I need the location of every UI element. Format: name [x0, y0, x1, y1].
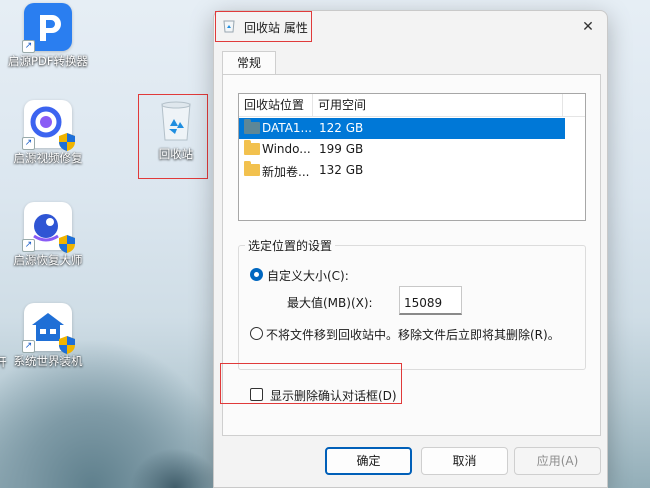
custom-size-radio[interactable]: [250, 268, 263, 281]
video-repair-app-icon: ↗: [22, 100, 75, 151]
folder-icon: [244, 140, 260, 155]
wallpaper-rock: [130, 448, 220, 488]
close-button[interactable]: ✕: [575, 14, 601, 40]
location-settings-group: 选定位置的设置 自定义大小(C): 最大值(MB)(X): 不将文件移到回收站中…: [238, 237, 586, 370]
desktop-icon-label: 系统世界装机: [13, 354, 83, 368]
desktop-icon-label: 回收站: [158, 147, 194, 161]
desktop-icon-label: 启源视频修复: [13, 151, 83, 165]
group-title: 选定位置的设置: [245, 237, 336, 254]
recycle-bin-icon: [161, 101, 191, 141]
desktop-icon-video-repair[interactable]: ↗ 启源视频修复: [3, 100, 93, 166]
desktop-icon-label: 启源恢复大师: [13, 253, 83, 267]
column-header-free-space[interactable]: 可用空间: [313, 94, 563, 117]
desktop-icon-pdf-converter[interactable]: ↗ 启源PDF转换器: [3, 3, 93, 69]
column-header-location[interactable]: 回收站位置: [239, 94, 313, 117]
tab-page-general: 回收站位置 可用空间 DATA1... 122 GB Windo... 199 …: [222, 74, 601, 436]
confirm-delete-label: 显示删除确认对话框(D): [270, 389, 397, 403]
location-free-space: 199 GB: [319, 142, 364, 156]
no-move-label: 不将文件移到回收站中。移除文件后立即将其删除(R)。: [266, 328, 560, 342]
shortcut-arrow-icon: ↗: [22, 137, 35, 150]
desktop-icon-partial-label: 开: [0, 355, 7, 369]
desktop-icon-label: 启源PDF转换器: [8, 54, 88, 68]
apply-button[interactable]: 应用(A): [514, 447, 601, 475]
uac-shield-icon: [59, 336, 75, 354]
list-scroll-area[interactable]: [565, 118, 584, 220]
desktop-icon-recycle-bin[interactable]: 回收站: [131, 100, 221, 162]
recovery-master-app-icon: ↗: [22, 202, 75, 253]
no-move-radio[interactable]: [250, 327, 263, 340]
ok-button[interactable]: 确定: [325, 447, 412, 475]
recycle-bin-location-list[interactable]: 回收站位置 可用空间 DATA1... 122 GB Windo... 199 …: [238, 93, 586, 221]
max-size-label: 最大值(MB)(X):: [287, 296, 373, 310]
location-free-space: 132 GB: [319, 163, 364, 177]
list-item[interactable]: DATA1... 122 GB: [239, 118, 565, 139]
list-item[interactable]: 新加卷... 132 GB: [239, 160, 565, 181]
dialog-titlebar[interactable]: 回收站 属性 ✕: [214, 11, 607, 43]
close-icon: ✕: [582, 19, 594, 35]
location-name: DATA1...: [262, 121, 312, 135]
recycle-bin-properties-dialog: 回收站 属性 ✕ 常规 回收站位置 可用空间 DATA1... 122 GB W…: [213, 10, 608, 488]
drive-folder-icon: [244, 119, 260, 134]
location-name: Windo...: [262, 142, 311, 156]
shortcut-arrow-icon: ↗: [22, 340, 35, 353]
folder-icon: [244, 161, 260, 176]
recycle-bin-small-icon: [223, 20, 235, 33]
uac-shield-icon: [59, 133, 75, 151]
system-installer-app-icon: ↗: [22, 303, 75, 354]
custom-size-label: 自定义大小(C):: [267, 269, 349, 283]
shortcut-arrow-icon: ↗: [22, 40, 35, 53]
location-name: 新加卷...: [262, 165, 310, 179]
list-header: 回收站位置 可用空间: [239, 94, 585, 117]
shortcut-arrow-icon: ↗: [22, 239, 35, 252]
dialog-title: 回收站 属性: [244, 21, 308, 35]
location-free-space: 122 GB: [319, 121, 364, 135]
uac-shield-icon: [59, 235, 75, 253]
max-size-input[interactable]: [399, 286, 462, 315]
desktop-icon-system-installer[interactable]: ↗ 系统世界装机: [3, 303, 93, 369]
confirm-delete-checkbox[interactable]: [250, 388, 263, 401]
desktop-icon-recovery-master[interactable]: ↗ 启源恢复大师: [3, 202, 93, 268]
tab-general[interactable]: 常规: [222, 51, 276, 75]
list-item[interactable]: Windo... 199 GB: [239, 139, 565, 160]
cancel-button[interactable]: 取消: [421, 447, 508, 475]
pdf-converter-app-icon: ↗: [22, 3, 72, 53]
